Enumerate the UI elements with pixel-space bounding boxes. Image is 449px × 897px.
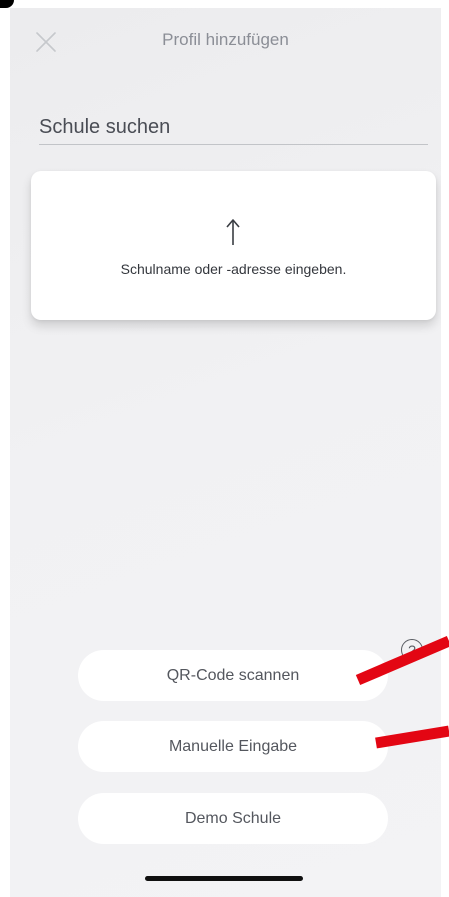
- screen-corner: [0, 0, 14, 8]
- demo-school-button[interactable]: Demo Schule: [78, 793, 388, 844]
- app-screen: Profil hinzufügen Schulname oder -adress…: [10, 8, 441, 897]
- arrow-up-icon: [226, 219, 240, 245]
- page-title: Profil hinzufügen: [162, 30, 289, 49]
- search-field[interactable]: [39, 112, 428, 145]
- search-hint-text: Schulname oder -adresse eingeben.: [120, 261, 347, 277]
- search-hint-card: Schulname oder -adresse eingeben.: [31, 171, 436, 320]
- home-indicator[interactable]: [145, 876, 303, 881]
- manual-entry-button[interactable]: Manuelle Eingabe: [78, 721, 388, 772]
- search-input[interactable]: [39, 112, 428, 142]
- help-icon[interactable]: ?: [401, 639, 423, 661]
- qr-code-scan-button[interactable]: QR-Code scannen: [78, 650, 388, 701]
